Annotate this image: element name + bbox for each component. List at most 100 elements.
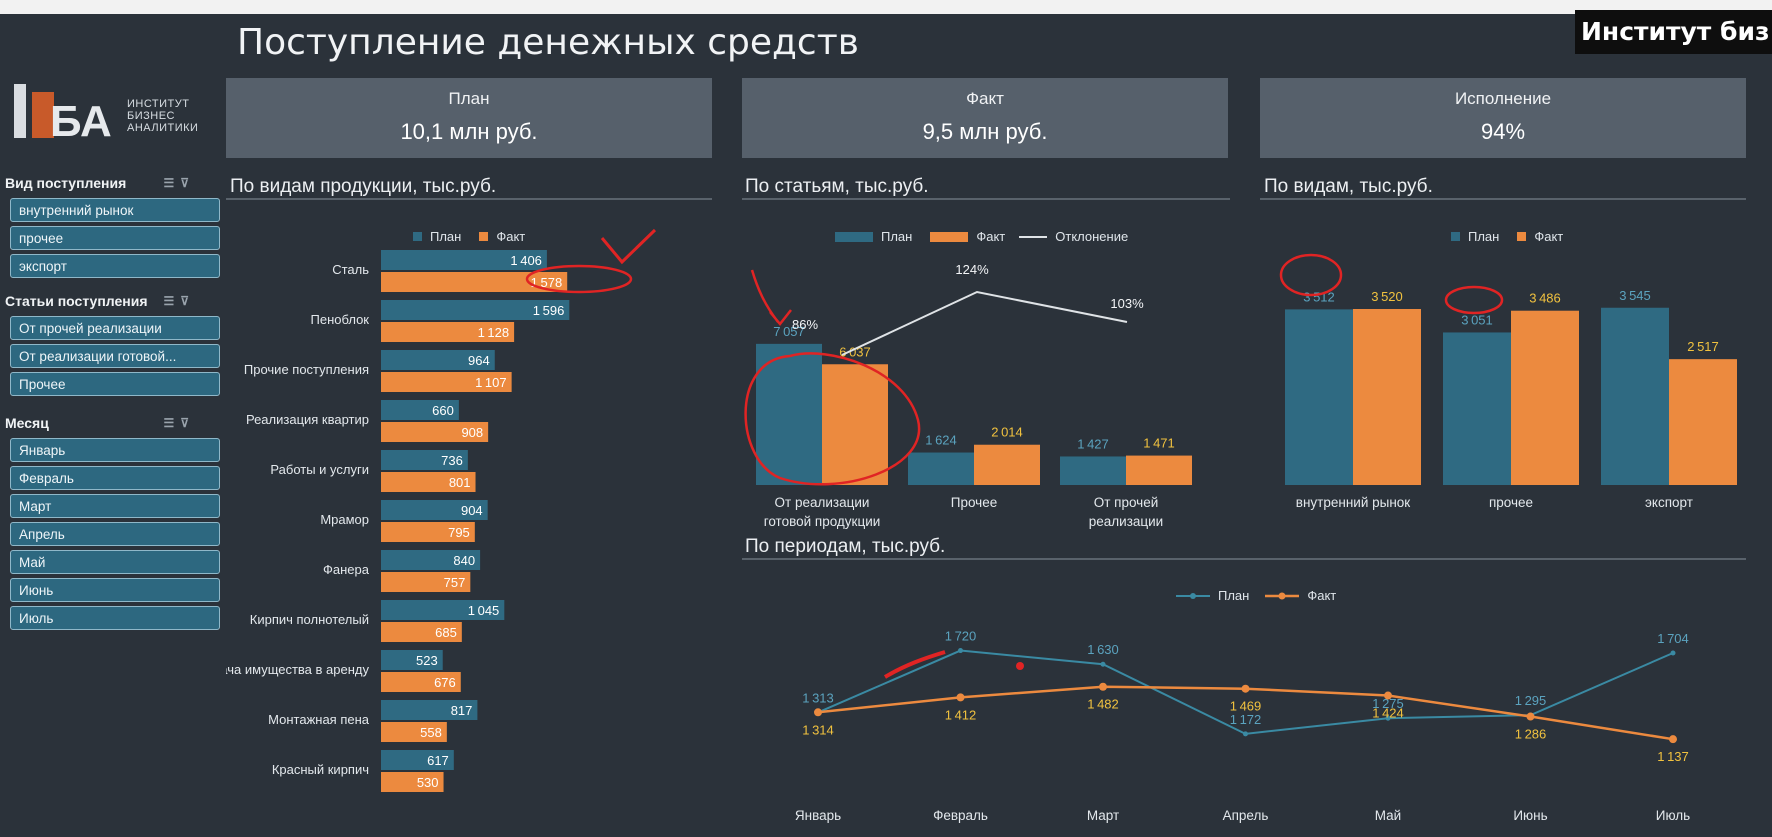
kpi-value: 94%	[1480, 119, 1526, 144]
multiselect-filter-icon[interactable]: ☰⊽	[163, 294, 195, 308]
chart-by-product: Сталь 1 406 1 578 Пеноблок 1 596 1 128 Прочие …	[226, 250, 570, 792]
slicer-sales-type: Вид поступления ☰⊽ внутренний рынок проче…	[5, 172, 220, 278]
slicer-item[interactable]: Июнь	[10, 578, 220, 602]
category-label: Пеноблок	[311, 312, 370, 327]
category-label: Прочее	[951, 495, 997, 510]
multiselect-filter-icon[interactable]: ☰⊽	[163, 416, 195, 430]
slicer-panel: Вид поступления ☰⊽ внутренний рынок проче…	[5, 172, 220, 630]
deviation-label: 124%	[955, 262, 989, 277]
axis-tick-label: Март	[1087, 808, 1119, 823]
slicer-item[interactable]: От прочей реализации	[10, 316, 220, 340]
data-label-fact: 558	[420, 725, 442, 740]
category-label: Прочие поступления	[244, 362, 369, 377]
category-label: Работы и услуги	[270, 462, 369, 477]
browser-top-strip	[0, 0, 1772, 14]
data-label-plan: 964	[468, 353, 490, 368]
slicer-month: Месяц ☰⊽ Январь Февраль Март Апрель Май И…	[5, 412, 220, 630]
data-label-plan: 1 172	[1230, 712, 1262, 727]
point-plan	[958, 648, 963, 654]
slicer-item[interactable]: От реализации готовой...	[10, 344, 220, 368]
deviation-label: 103%	[1110, 296, 1144, 311]
kpi-card-fact: Факт 9,5 млн руб.	[742, 78, 1228, 158]
chart-by-type: 3 512 3 520 внутренний рынок 3 051 3 486 проч…	[1285, 288, 1737, 510]
point-fact	[956, 693, 965, 702]
slicer-item[interactable]: прочее	[10, 226, 220, 250]
bar-fact	[974, 444, 1040, 485]
kpi-card-execution: Исполнение 94%	[1260, 78, 1746, 158]
section-divider	[742, 198, 1230, 200]
legend-label-plan: План	[430, 229, 462, 244]
data-label-plan: 1 630	[1087, 642, 1119, 657]
category-label: Красный кирпич	[272, 762, 369, 777]
data-label-plan: 1 720	[945, 629, 977, 644]
svg-text:БА: БА	[50, 97, 112, 142]
slicer-item[interactable]: Май	[10, 550, 220, 574]
axis-tick-label: Июль	[1656, 808, 1690, 823]
category-label: Сталь	[332, 262, 369, 277]
data-label-plan: 523	[416, 653, 438, 668]
bar-plan	[1443, 332, 1511, 485]
data-label-plan: 1 406	[510, 253, 542, 268]
category-label: реализации	[1089, 514, 1163, 529]
data-label-fact: 1 137	[1657, 749, 1689, 764]
bar-fact	[822, 364, 888, 485]
slicer-articles: Статьи поступления ☰⊽ От прочей реализаци…	[5, 290, 220, 396]
bar-fact	[1511, 310, 1579, 485]
logo-text: ИНСТИТУТ БИЗНЕС АНАЛИТИКИ	[127, 98, 198, 134]
section-title-by-type: По видам, тыс.руб.	[1264, 176, 1433, 197]
legend-label-plan: План	[881, 229, 913, 244]
chart-by-period: Январь Февраль Март Апрель Май Июнь Июль 1 313 1…	[795, 629, 1690, 823]
chart-by-article: 7 0576 0371 6242 0141 427 1 471От реализа…	[756, 262, 1192, 529]
legend-swatch-plan	[835, 231, 873, 242]
point-plan	[1100, 661, 1106, 667]
axis-tick-label: Июнь	[1513, 808, 1547, 823]
data-label-plan: 617	[427, 753, 449, 768]
category-label: Монтажная пена	[268, 712, 370, 727]
slicer-item[interactable]: Апрель	[10, 522, 220, 546]
legend-by-article: План Факт Отклонение	[835, 229, 1128, 244]
legend-line-fact-icon	[1265, 592, 1300, 599]
axis-tick-label: Январь	[795, 808, 841, 823]
data-label-fact: 3 520	[1371, 289, 1403, 304]
data-label-fact: 1 286	[1515, 727, 1547, 742]
category-label: От реализации	[775, 495, 870, 510]
slicer-item[interactable]: Январь	[10, 438, 220, 462]
bar-fact	[1669, 359, 1737, 485]
legend-swatch-fact	[479, 232, 489, 241]
slicer-item[interactable]: Февраль	[10, 466, 220, 490]
data-label-plan: 817	[451, 703, 473, 718]
category-label: Реализация квартир	[246, 412, 369, 427]
slicer-header: Вид поступления ☰⊽	[5, 172, 217, 194]
slicer-item[interactable]: внутренний рынок	[10, 198, 220, 222]
axis-tick-label: Май	[1375, 808, 1401, 823]
logo-line: АНАЛИТИКИ	[127, 122, 199, 134]
legend-label-plan: План	[1468, 229, 1500, 244]
data-label-fact: 1 424	[1372, 706, 1404, 721]
slicer-item[interactable]: Март	[10, 494, 220, 518]
bar-fact	[1353, 309, 1421, 485]
category-label: Фанера	[323, 562, 370, 577]
point-fact	[1669, 735, 1677, 744]
kpi-label: Факт	[966, 89, 1004, 108]
slicer-item[interactable]: экспорт	[10, 254, 220, 278]
kpi-label: План	[448, 89, 490, 108]
data-label-plan: 1 295	[1515, 693, 1547, 708]
slicer-item[interactable]: Июль	[10, 606, 220, 630]
legend-label-fact: Факт	[976, 229, 1006, 244]
slicer-item[interactable]: Прочее	[10, 372, 220, 396]
bar-plan	[756, 343, 822, 485]
bar-plan	[1060, 456, 1126, 485]
point-fact	[1526, 712, 1535, 721]
section-title-by-product: По видам продукции, тыс.руб.	[230, 176, 497, 197]
data-label-fact: 1 107	[475, 375, 507, 390]
slicer-title: Вид поступления	[5, 175, 127, 191]
bar-fact	[1126, 455, 1192, 485]
legend-swatch-plan	[413, 232, 422, 241]
data-label-fact: 1 482	[1087, 697, 1119, 712]
bar-plan	[1285, 309, 1353, 485]
multiselect-filter-icon[interactable]: ☰⊽	[163, 176, 195, 190]
data-label-plan: 1 624	[925, 433, 957, 448]
legend-by-product: План Факт	[413, 229, 525, 244]
section-title-by-period: По периодам, тыс.руб.	[745, 536, 946, 557]
data-label-fact: 530	[417, 775, 439, 790]
